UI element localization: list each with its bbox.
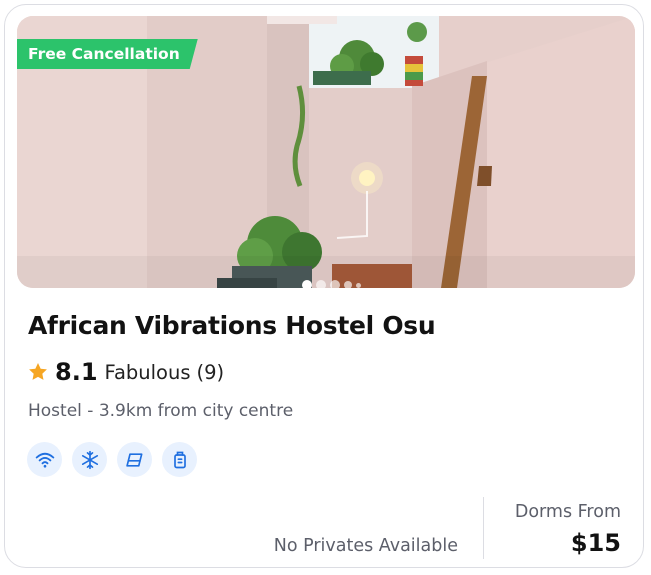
amenity-list [27, 442, 197, 477]
locker-icon [173, 451, 186, 468]
star-icon [29, 363, 47, 380]
dorms-price: $15 [570, 529, 621, 557]
listing-photo[interactable]: Free Cancellation [17, 16, 635, 288]
rating-row: 8.1 Fabulous (9) [27, 358, 224, 386]
carousel-dot-3[interactable] [330, 280, 340, 288]
carousel-dot-5[interactable] [356, 282, 361, 288]
dorms-price-label: Dorms From [514, 502, 621, 522]
free-cancellation-badge: Free Cancellation [17, 39, 198, 69]
amenity-wifi [27, 442, 62, 477]
rating-score: 8.1 [55, 358, 98, 386]
listing-card[interactable]: Free Cancellation African Vibrations Hos… [4, 4, 644, 568]
review-count: (9) [196, 360, 225, 384]
price-divider [483, 497, 484, 559]
amenity-locker [162, 442, 197, 477]
property-meta: Hostel - 3.9km from city centre [28, 401, 294, 421]
carousel-dots[interactable] [302, 280, 361, 288]
carousel-dot-1[interactable] [302, 280, 312, 288]
carousel-dot-4[interactable] [344, 281, 352, 288]
wifi-icon [35, 452, 54, 468]
property-title[interactable]: African Vibrations Hostel Osu [28, 311, 436, 340]
linen-icon [125, 452, 142, 467]
amenity-air-conditioning [72, 442, 107, 477]
snowflake-icon [81, 450, 98, 469]
rating-label: Fabulous [104, 360, 191, 384]
carousel-dot-2[interactable] [316, 280, 326, 288]
privates-availability: No Privates Available [273, 536, 458, 556]
amenity-linen [117, 442, 152, 477]
